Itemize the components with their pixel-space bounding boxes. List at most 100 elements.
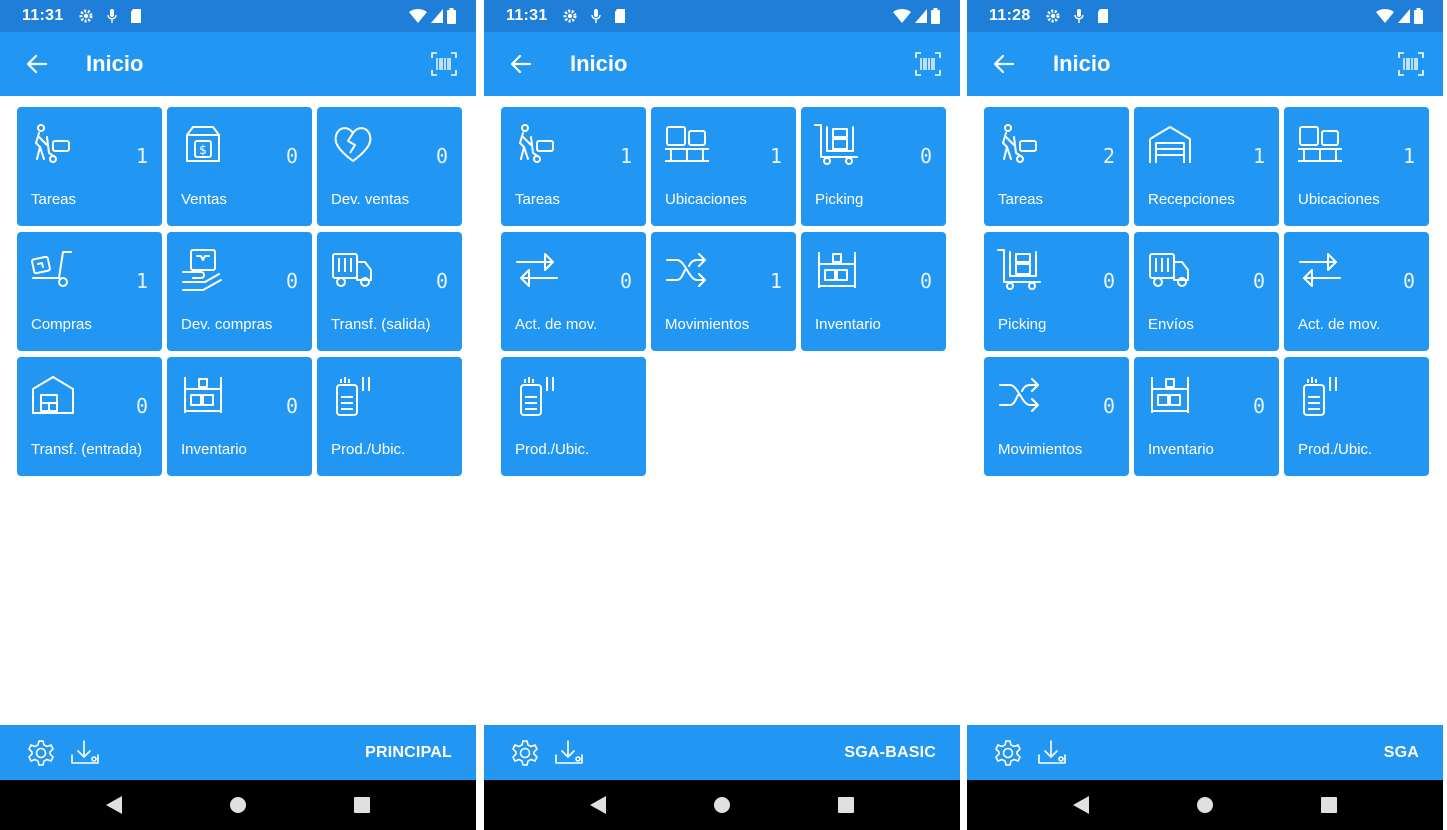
- nav-recents-icon[interactable]: [1317, 793, 1341, 817]
- tile-ubicaciones[interactable]: 1 Ubicaciones: [1284, 107, 1429, 226]
- barcode-scan-icon[interactable]: [1397, 50, 1425, 78]
- tile-prod-ubic[interactable]: Prod./Ubic.: [317, 357, 462, 476]
- sd-card-icon: [614, 8, 626, 24]
- tile-grid: 2 Tareas 1 Recepciones 1 Ubicaciones 0 Picking 0…: [984, 107, 1429, 476]
- settings-gear-icon[interactable]: [508, 736, 542, 770]
- shuffle-icon: [663, 246, 711, 294]
- tile-count: 0: [135, 394, 148, 418]
- signal-icon: [915, 9, 927, 23]
- tile-label: Picking: [998, 316, 1047, 333]
- app-bar: Inicio: [967, 32, 1443, 96]
- tile-tareas[interactable]: 1 Tareas: [17, 107, 162, 226]
- download-icon[interactable]: [552, 736, 586, 770]
- tile-count: 0: [619, 269, 632, 293]
- worker-trolley-icon: [29, 121, 77, 169]
- nav-home-icon[interactable]: [1193, 793, 1217, 817]
- tile-compras[interactable]: 1 Compras: [17, 232, 162, 351]
- nav-recents-icon[interactable]: [350, 793, 374, 817]
- tile-prod-ubic[interactable]: Prod./Ubic.: [1284, 357, 1429, 476]
- tile-count: 1: [135, 144, 148, 168]
- tile-label: Act. de mov.: [515, 316, 598, 333]
- bottom-bar: SGA-BASIC: [484, 725, 960, 780]
- sd-card-icon: [1097, 8, 1109, 24]
- tile-inventario[interactable]: 0 Inventario: [167, 357, 312, 476]
- bottom-bar: SGA: [967, 725, 1443, 780]
- tile-envíos[interactable]: 0 Envíos: [1134, 232, 1279, 351]
- back-arrow-icon[interactable]: [991, 51, 1017, 77]
- tile-tareas[interactable]: 2 Tareas: [984, 107, 1129, 226]
- tile-label: Prod./Ubic.: [1298, 441, 1373, 458]
- nav-back-icon[interactable]: [102, 793, 126, 817]
- tile-dev-ventas[interactable]: 0 Dev. ventas: [317, 107, 462, 226]
- signal-icon: [1398, 9, 1410, 23]
- tile-movimientos[interactable]: 0 Movimientos: [984, 357, 1129, 476]
- tile-act-de-mov[interactable]: 0 Act. de mov.: [1284, 232, 1429, 351]
- tile-count: 1: [1252, 144, 1265, 168]
- status-time: 11:28: [989, 7, 1031, 24]
- tile-label: Dev. ventas: [331, 191, 410, 208]
- svg-text:$: $: [199, 143, 207, 157]
- hand-truck-box-icon: [29, 246, 77, 294]
- warehouse-icon: [29, 371, 77, 419]
- download-icon[interactable]: [1035, 736, 1069, 770]
- signal-icon: [431, 9, 443, 23]
- tile-transf-entrada[interactable]: 0 Transf. (entrada): [17, 357, 162, 476]
- scanner-device-icon: [329, 371, 377, 419]
- tile-label: Prod./Ubic.: [515, 441, 590, 458]
- bottom-bar: PRINCIPAL: [0, 725, 476, 780]
- tile-inventario[interactable]: 0 Inventario: [801, 232, 946, 351]
- tile-label: Movimientos: [998, 441, 1083, 458]
- status-bar: 11:31: [484, 0, 960, 32]
- nav-back-icon[interactable]: [1069, 793, 1093, 817]
- tile-label: Picking: [815, 191, 864, 208]
- back-arrow-icon[interactable]: [508, 51, 534, 77]
- settings-gear-icon[interactable]: [24, 736, 58, 770]
- app-bar: Inicio: [0, 32, 476, 96]
- tile-count: 0: [285, 144, 298, 168]
- tile-tareas[interactable]: 1 Tareas: [501, 107, 646, 226]
- tile-dev-compras[interactable]: 0 Dev. compras: [167, 232, 312, 351]
- tile-prod-ubic[interactable]: Prod./Ubic.: [501, 357, 646, 476]
- shelf-icon: [1146, 371, 1194, 419]
- tile-recepciones[interactable]: 1 Recepciones: [1134, 107, 1279, 226]
- microphone-icon: [1073, 8, 1085, 24]
- tile-label: Dev. compras: [181, 316, 273, 333]
- phone-screen-sga: 11:28 Inicio 2 Tareas 1 Recepciones 1 Ubicaci…: [967, 0, 1443, 830]
- wifi-icon: [409, 9, 427, 23]
- back-arrow-icon[interactable]: [24, 51, 50, 77]
- tile-ventas[interactable]: $0 Ventas: [167, 107, 312, 226]
- tile-transf-salida[interactable]: 0 Transf. (salida): [317, 232, 462, 351]
- profile-label: PRINCIPAL: [365, 743, 452, 761]
- gear-icon: [78, 8, 94, 24]
- tile-act-de-mov[interactable]: 0 Act. de mov.: [501, 232, 646, 351]
- tile-ubicaciones[interactable]: 1 Ubicaciones: [651, 107, 796, 226]
- shelf-icon: [179, 371, 227, 419]
- barcode-scan-icon[interactable]: [430, 50, 458, 78]
- tile-count: 0: [1252, 394, 1265, 418]
- settings-gear-icon[interactable]: [991, 736, 1025, 770]
- nav-home-icon[interactable]: [226, 793, 250, 817]
- shelf-icon: [813, 246, 861, 294]
- gear-icon: [1045, 8, 1061, 24]
- delivery-truck-icon: [329, 246, 377, 294]
- tile-movimientos[interactable]: 1 Movimientos: [651, 232, 796, 351]
- status-bar: 11:31: [0, 0, 476, 32]
- download-icon[interactable]: [68, 736, 102, 770]
- sd-card-icon: [130, 8, 142, 24]
- pallet-icon: [663, 121, 711, 169]
- tile-picking[interactable]: 0 Picking: [801, 107, 946, 226]
- status-time: 11:31: [22, 7, 64, 24]
- tile-count: 0: [435, 269, 448, 293]
- tile-label: Ventas: [181, 191, 227, 208]
- tile-count: 0: [285, 269, 298, 293]
- barcode-scan-icon[interactable]: [914, 50, 942, 78]
- nav-home-icon[interactable]: [710, 793, 734, 817]
- tile-label: Ubicaciones: [1298, 191, 1380, 208]
- nav-back-icon[interactable]: [586, 793, 610, 817]
- tile-picking[interactable]: 0 Picking: [984, 232, 1129, 351]
- phone-screen-sga-basic: 11:31 Inicio 1 Tareas 1 Ubicaciones 0 Picking…: [484, 0, 960, 830]
- tile-inventario[interactable]: 0 Inventario: [1134, 357, 1279, 476]
- nav-recents-icon[interactable]: [834, 793, 858, 817]
- tile-label: Inventario: [181, 441, 247, 458]
- app-bar: Inicio: [484, 32, 960, 96]
